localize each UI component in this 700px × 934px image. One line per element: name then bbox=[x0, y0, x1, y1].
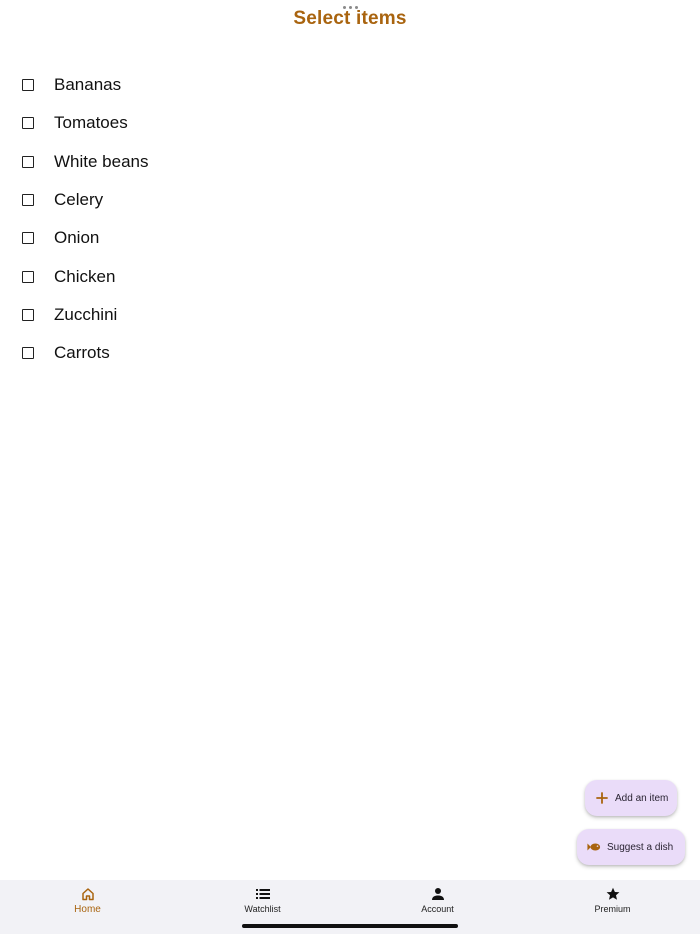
item-checkbox[interactable] bbox=[22, 155, 34, 168]
nav-label-premium: Premium bbox=[594, 904, 631, 914]
item-list: Bananas Tomatoes White beans Celery Onio… bbox=[0, 66, 700, 372]
list-icon bbox=[255, 886, 271, 902]
nav-item-premium[interactable]: Premium bbox=[525, 880, 700, 934]
item-label: Tomatoes bbox=[54, 113, 128, 133]
item-checkbox[interactable] bbox=[22, 308, 34, 321]
list-item[interactable]: Tomatoes bbox=[0, 104, 700, 142]
plus-icon bbox=[595, 791, 609, 805]
list-item[interactable]: Celery bbox=[0, 181, 700, 219]
home-indicator[interactable] bbox=[242, 924, 458, 928]
item-label: Bananas bbox=[54, 75, 122, 95]
add-item-button[interactable]: Add an item bbox=[585, 780, 677, 816]
item-checkbox[interactable] bbox=[22, 270, 34, 283]
item-label: Celery bbox=[54, 190, 104, 210]
list-item[interactable]: White beans bbox=[0, 143, 700, 181]
item-checkbox[interactable] bbox=[22, 232, 34, 245]
fish-icon bbox=[587, 840, 601, 854]
page-title: Select items bbox=[293, 8, 407, 29]
nav-label-home: Home bbox=[74, 904, 101, 915]
item-label: Chicken bbox=[54, 266, 116, 286]
star-icon bbox=[605, 886, 621, 902]
item-label: Zucchini bbox=[54, 304, 118, 324]
nav-label-account: Account bbox=[421, 904, 454, 914]
list-item[interactable]: Onion bbox=[0, 219, 700, 257]
suggest-dish-button[interactable]: Suggest a dish bbox=[577, 829, 685, 865]
item-checkbox[interactable] bbox=[22, 347, 34, 360]
list-item[interactable]: Carrots bbox=[0, 334, 700, 372]
nav-item-home[interactable]: Home bbox=[0, 880, 175, 934]
list-item[interactable]: Chicken bbox=[0, 257, 700, 295]
add-item-label: Add an item bbox=[615, 792, 669, 804]
list-item[interactable]: Bananas bbox=[0, 66, 700, 104]
suggest-dish-label: Suggest a dish bbox=[607, 841, 674, 853]
list-item[interactable]: Zucchini bbox=[0, 296, 700, 334]
app-screen: Select items Bananas Tomatoes White bean… bbox=[0, 0, 700, 934]
home-icon bbox=[80, 886, 96, 902]
person-icon bbox=[430, 886, 446, 902]
item-label: Onion bbox=[54, 228, 100, 248]
item-checkbox[interactable] bbox=[22, 79, 34, 92]
item-checkbox[interactable] bbox=[22, 117, 34, 130]
item-label: White beans bbox=[54, 151, 149, 171]
item-checkbox[interactable] bbox=[22, 194, 34, 207]
item-label: Carrots bbox=[54, 343, 110, 363]
nav-label-watchlist: Watchlist bbox=[244, 904, 281, 914]
